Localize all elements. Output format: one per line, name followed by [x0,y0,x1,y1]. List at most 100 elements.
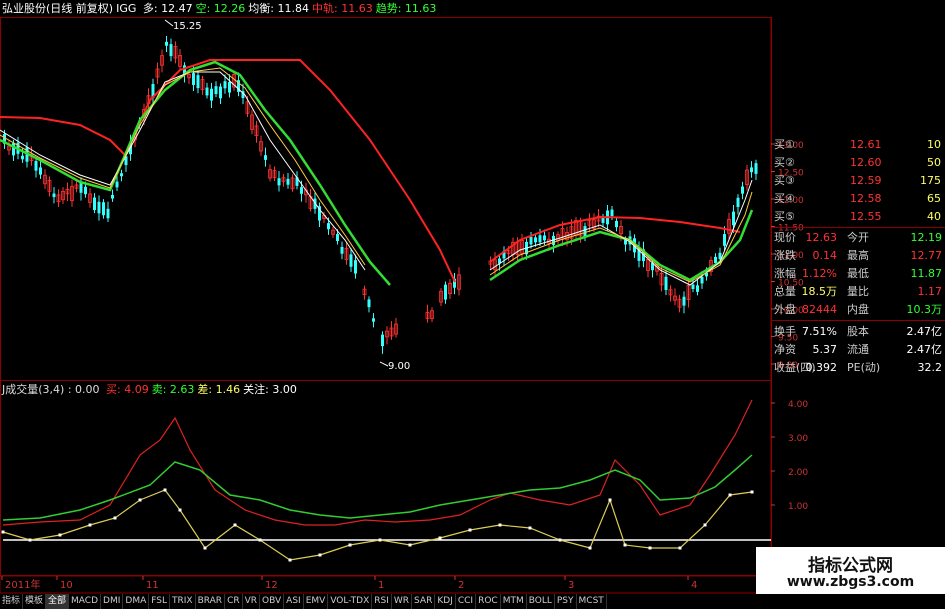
stat-label: PE(动) [847,361,881,374]
candle-body-down [723,234,726,246]
date-tick-label: 12 [265,580,278,591]
candle-body-down [39,167,42,175]
volume-tick-label: 3.00 [788,434,808,444]
bid-label: 买④ [774,192,795,205]
bid-row: 买⑤ 12.55 40 [772,208,945,226]
tab-psy[interactable]: PSY [555,594,577,609]
difference-point [588,546,592,550]
bid-row: 买② 12.60 50 [772,154,945,172]
difference-point [648,546,652,550]
date-tick-label: 2011年 [5,578,40,591]
tab-obv[interactable]: OBV [260,594,285,609]
tab-fsl[interactable]: FSL [149,594,170,609]
candle-body-down [754,163,758,174]
volume-indicator-name: J成交量(3,4) : 0.00 [2,383,100,396]
bid-volume: 175 [920,174,941,187]
difference-point [138,498,142,502]
candle-body-down [277,178,281,186]
candle-body-down [192,73,195,85]
candle-body-down [169,44,173,57]
tab-dma[interactable]: DMA [123,594,150,609]
candle-body-down [223,81,227,89]
bid-label: 买⑤ [774,210,795,223]
tab-vr[interactable]: VR [243,594,261,609]
tab-boll[interactable]: BOLL [527,594,555,609]
candle-body-down [354,260,357,274]
tab-asi[interactable]: ASI [284,594,304,609]
difference-point [438,536,442,540]
bid-price: 12.55 [850,210,882,223]
candle-body-down [165,41,168,46]
stat-value: 7.51% [802,325,837,338]
watermark-url: www.zbgs3.com [786,574,915,590]
tab-cci[interactable]: CCI [456,594,477,609]
tab-指标[interactable]: 指标 [0,594,24,609]
candle-body-down [615,220,618,228]
tab-trix[interactable]: TRIX [170,594,196,609]
stat-label: 最低 [847,267,869,280]
candle-body-down [538,235,542,243]
stat-row: 换手 7.51% 股本 2.47亿 [772,323,945,341]
candle-body-down [750,167,753,173]
tab-roc[interactable]: ROC [476,594,501,609]
tab-wr[interactable]: WR [392,594,413,609]
stat-label: 涨幅 [774,267,796,280]
tab-dmi[interactable]: DMI [101,594,124,609]
difference-point [318,553,322,557]
tab-mcst[interactable]: MCST [577,594,607,609]
date-tick-label: 11 [146,580,159,591]
bid-label: 买② [774,156,795,169]
difference-line [2,489,753,561]
stat-row: 总量 18.5万 量比 1.17 [772,283,945,301]
volume-header-item: 卖: 2.63 [151,383,195,396]
candle-body-down [736,197,740,208]
tab-mtm[interactable]: MTM [501,594,527,609]
candle-body-down [111,194,114,199]
tab-sar[interactable]: SAR [412,594,436,609]
candle-body-down [93,197,96,211]
bid-volume: 10 [927,138,941,151]
tab-emv[interactable]: EMV [304,594,329,609]
stat-label: 换手 [774,325,796,338]
candle-body-down [327,223,330,230]
tab-rsi[interactable]: RSI [372,594,392,609]
candle-body-down [543,235,546,241]
candle-body-down [97,201,101,214]
stat-value: 82444 [802,303,837,316]
stat-value: 1.17 [917,285,943,298]
difference-point [28,538,32,542]
bid-price: 12.61 [850,138,882,151]
volume-panel-frame [0,380,772,576]
stat-label: 净资 [774,343,796,356]
tab-kdj[interactable]: KDJ [435,594,456,609]
stat-label: 现价 [774,231,796,244]
tab-模板[interactable]: 模板 [23,594,47,609]
candle-body-down [340,246,344,254]
difference-point [233,523,237,527]
stat-value: 12.19 [910,231,943,244]
candle-body-down [601,217,605,223]
candle-body-down [336,234,339,241]
bid-row: 买③ 12.59 175 [772,172,945,190]
tab-macd[interactable]: MACD [69,594,102,609]
tab-brar[interactable]: BRAR [196,594,226,609]
candle-body-down [714,256,717,263]
candle-body-down [34,161,38,171]
high-marker: 15.25 [173,21,202,32]
stat-row: 现价 12.63 今开 12.19 [772,229,945,247]
bid-price: 12.58 [850,192,882,205]
date-tick-label: 2 [458,580,464,591]
difference-point [408,543,412,547]
difference-point [113,516,117,520]
tab-vol-tdx[interactable]: VOL-TDX [328,594,373,609]
stat-label: 最高 [847,249,869,262]
stat-label: 量比 [847,285,869,298]
quote-panel: 买① 12.61 10 买② 12.60 50 买③ 12.59 175 买④ 12.58 65 买⑤ 1… [772,136,945,374]
watermark: 指标公式网 www.zbgs3.com [756,547,945,595]
candle-body-down [286,178,290,185]
volume-header-item: 差: 1.46 [197,383,241,396]
tab-cr[interactable]: CR [225,594,243,609]
candle-body-down [205,87,209,96]
difference-point [528,526,532,530]
tab-全部[interactable]: 全部 [46,594,70,609]
